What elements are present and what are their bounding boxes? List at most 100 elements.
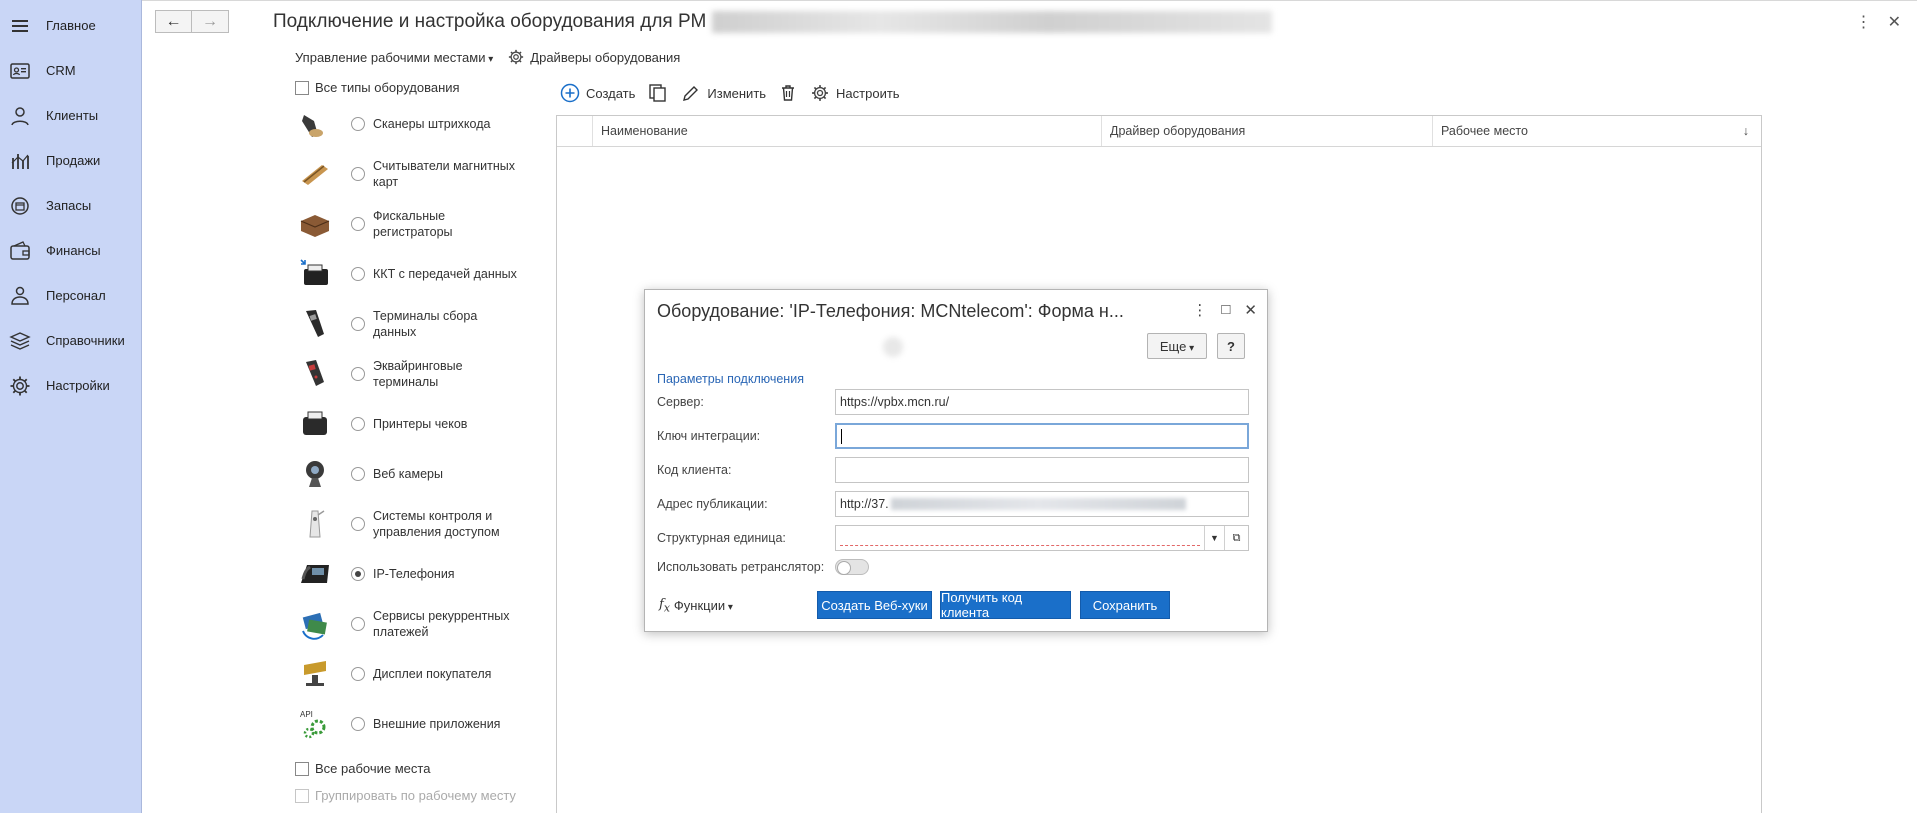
radio[interactable] (351, 517, 365, 531)
radio[interactable] (351, 217, 365, 231)
functions-label: Функции (674, 598, 733, 613)
client-code-field[interactable] (835, 457, 1249, 483)
equipment-type-item[interactable]: Считыватели магнитных карт (295, 149, 535, 199)
radio[interactable] (351, 117, 365, 131)
help-button[interactable]: ? (1217, 333, 1245, 359)
sidebar-item-label: CRM (46, 63, 76, 78)
sidebar-item-sales[interactable]: Продажи (0, 138, 141, 183)
equipment-type-label: Дисплеи покупателя (373, 667, 492, 681)
column-header-workplace[interactable]: Рабочее место ↓ (1433, 116, 1761, 146)
equipment-type-item[interactable]: Дисплеи покупателя (295, 649, 535, 699)
checkbox[interactable] (295, 761, 309, 776)
sales-chart-icon (11, 153, 29, 169)
radio[interactable] (351, 317, 365, 331)
dialog-title: Оборудование: 'IP-Телефония: MCNtelecom'… (657, 301, 1124, 321)
equipment-type-item[interactable]: Системы контроля и управления доступом (295, 499, 535, 549)
equipment-type-item[interactable]: Принтеры чеков (295, 399, 535, 449)
radio[interactable] (351, 717, 365, 731)
sort-desc-icon[interactable]: ↓ (1743, 124, 1749, 138)
sidebar: Главное CRM Клиенты Продажи Запасы Финан… (0, 0, 142, 813)
sidebar-item-clients[interactable]: Клиенты (0, 93, 141, 138)
sidebar-item-stock[interactable]: Запасы (0, 183, 141, 228)
checkbox[interactable] (295, 80, 309, 95)
radio-selected[interactable] (351, 567, 365, 581)
radio[interactable] (351, 167, 365, 181)
dropdown-arrow-icon[interactable]: ▼ (1204, 526, 1224, 550)
page-title: Подключение и настройка оборудования для… (273, 11, 1273, 33)
more-vertical-icon[interactable]: ⋮ (1856, 12, 1872, 32)
radio[interactable] (351, 467, 365, 481)
all-workplaces-checkbox[interactable]: Все рабочие места (295, 755, 516, 782)
create-label: Создать (586, 85, 636, 101)
radio[interactable] (351, 667, 365, 681)
back-button[interactable]: ← (155, 10, 192, 33)
structural-unit-field[interactable]: ▼ ⧉ (835, 525, 1249, 551)
equipment-type-label: Сканеры штрихкода (373, 117, 491, 131)
equipment-type-item[interactable]: Сканеры штрихкода (295, 99, 535, 149)
equipment-types-panel: Все типы оборудования Сканеры штрихкода … (295, 80, 535, 749)
equipment-type-item[interactable]: Эквайринговые терминалы (295, 349, 535, 399)
workplaces-menu[interactable]: Управление рабочими местами (295, 50, 493, 65)
sidebar-item-crm[interactable]: CRM (0, 48, 141, 93)
window-actions: ⋮ ✕ (1856, 12, 1901, 32)
close-icon[interactable]: ✕ (1244, 301, 1257, 319)
trash-icon (782, 85, 795, 101)
configure-button[interactable]: Настроить (810, 83, 900, 103)
column-header[interactable]: Наименование (593, 116, 1102, 146)
server-label: Сервер: (657, 395, 704, 409)
functions-menu[interactable]: fx Функции (659, 597, 733, 615)
server-field[interactable]: https://vpbx.mcn.ru/ (835, 389, 1249, 415)
equipment-type-item[interactable]: Веб камеры (295, 449, 535, 499)
relay-toggle[interactable] (835, 559, 869, 575)
maximize-icon[interactable]: □ (1221, 301, 1230, 319)
equipment-type-item[interactable]: ККТ с передачей данных (295, 249, 535, 299)
equipment-type-label: Системы контроля и управления доступом (373, 509, 500, 539)
publish-address-value: http://37. (840, 497, 889, 511)
more-vertical-icon[interactable]: ⋮ (1192, 301, 1207, 319)
svg-text:API: API (300, 710, 313, 719)
create-webhooks-button[interactable]: Создать Веб-хуки (817, 591, 932, 619)
column-header[interactable]: Драйвер оборудования (1102, 116, 1433, 146)
equipment-type-item[interactable]: API Внешние приложения (295, 699, 535, 749)
more-button[interactable]: Еще (1147, 333, 1207, 359)
all-types-checkbox[interactable]: Все типы оборудования (295, 80, 535, 95)
equipment-type-item[interactable]: Сервисы рекуррентных платежей (295, 599, 535, 649)
save-button[interactable]: Сохранить (1080, 591, 1170, 619)
copy-icon (649, 84, 667, 102)
radio[interactable] (351, 417, 365, 431)
close-icon[interactable]: ✕ (1888, 12, 1901, 32)
webcam-icon (295, 454, 335, 494)
equipment-type-item[interactable]: Фискальные регистраторы (295, 199, 535, 249)
integration-key-field[interactable] (835, 423, 1249, 449)
fiscal-register-icon (295, 204, 335, 244)
create-button[interactable]: Создать (560, 83, 635, 103)
open-form-icon[interactable]: ⧉ (1224, 526, 1248, 550)
pencil-icon (683, 86, 699, 101)
text-cursor (841, 428, 842, 444)
forward-button[interactable]: → (192, 10, 229, 33)
sidebar-item-staff[interactable]: Персонал (0, 273, 141, 318)
sidebar-item-label: Финансы (46, 243, 101, 258)
radio[interactable] (351, 267, 365, 281)
publish-address-field[interactable]: http://37. (835, 491, 1249, 517)
list-toolbar: Создать Изменить Настроить (560, 82, 900, 104)
contact-card-icon (10, 62, 30, 79)
person-icon (11, 106, 29, 125)
drivers-button[interactable]: Драйверы оборудования (507, 48, 680, 66)
sidebar-item-main[interactable]: Главное (0, 3, 141, 48)
edit-button[interactable]: Изменить (681, 83, 766, 103)
connection-params-section[interactable]: Параметры подключения (657, 372, 804, 386)
get-client-code-button[interactable]: Получить код клиента (940, 590, 1071, 620)
sidebar-item-settings[interactable]: Настройки (0, 363, 141, 408)
equipment-type-item[interactable]: IP-Телефония (295, 549, 535, 599)
delete-button[interactable] (778, 83, 798, 103)
publish-address-label: Адрес публикации: (657, 497, 768, 511)
radio[interactable] (351, 367, 365, 381)
sidebar-item-references[interactable]: Справочники (0, 318, 141, 363)
copy-button[interactable] (647, 82, 669, 104)
required-field-underline (840, 545, 1200, 546)
sidebar-item-finance[interactable]: Финансы (0, 228, 141, 273)
equipment-type-label: Внешние приложения (373, 717, 501, 731)
equipment-type-item[interactable]: Терминалы сбора данных (295, 299, 535, 349)
radio[interactable] (351, 617, 365, 631)
